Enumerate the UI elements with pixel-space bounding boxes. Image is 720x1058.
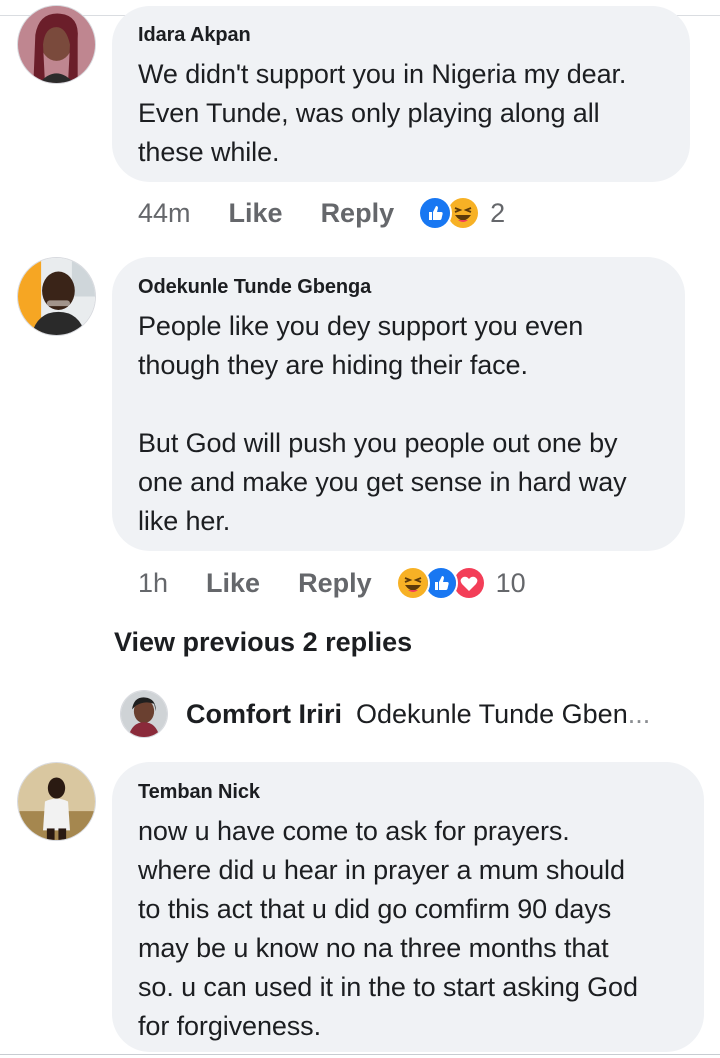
comment-time[interactable]: 1h [138, 568, 168, 599]
reply-button[interactable]: Reply [298, 568, 372, 599]
profile-photo-icon [18, 258, 95, 335]
avatar-odekunle-tunde-gbenga[interactable] [17, 257, 96, 336]
comment-text: We didn't support you in Nigeria my dear… [138, 59, 627, 167]
comment-author[interactable]: Idara Akpan [138, 23, 670, 47]
like-reaction-icon [418, 196, 453, 230]
collapsed-reply[interactable]: Comfort Iriri Odekunle Tunde Gben... [120, 688, 710, 740]
avatar-idara-akpan[interactable] [17, 5, 96, 84]
profile-photo-icon [18, 6, 95, 83]
avatar-temban-nick[interactable] [17, 762, 96, 841]
comment-author[interactable]: Odekunle Tunde Gbenga [138, 275, 665, 299]
comment-text: now u have come to ask for prayers. wher… [138, 816, 638, 1041]
reply-author[interactable]: Comfort Iriri [186, 699, 342, 730]
comment-bubble: Idara Akpan We didn't support you in Nig… [112, 6, 690, 182]
comment-author[interactable]: Temban Nick [138, 780, 684, 804]
like-button[interactable]: Like [229, 198, 283, 229]
comment-actions: 44m Like Reply 2 [138, 193, 505, 233]
reply-button[interactable]: Reply [321, 198, 395, 229]
avatar-comfort-iriri[interactable] [120, 690, 168, 738]
reaction-count: 10 [495, 567, 526, 598]
reply-preview-text: Odekunle Tunde Gben [356, 698, 628, 729]
like-button[interactable]: Like [206, 568, 260, 599]
profile-photo-icon [18, 763, 95, 840]
haha-reaction-icon [395, 566, 430, 600]
bottom-divider [0, 1054, 720, 1055]
comment-actions: 1h Like Reply 10 [138, 563, 526, 603]
reaction-count: 2 [490, 197, 506, 228]
comment-text: People like you dey support you even tho… [138, 311, 627, 536]
reaction-summary[interactable]: 2 [418, 196, 505, 230]
profile-photo-icon [121, 691, 167, 737]
comment-time[interactable]: 44m [138, 198, 191, 229]
reply-ellipsis: ... [627, 698, 651, 729]
reaction-summary[interactable]: 10 [395, 566, 526, 600]
comment-bubble: Temban Nick now u have come to ask for p… [112, 762, 704, 1052]
view-previous-replies-link[interactable]: View previous 2 replies [114, 627, 412, 658]
comment-bubble: Odekunle Tunde Gbenga People like you de… [112, 257, 685, 551]
